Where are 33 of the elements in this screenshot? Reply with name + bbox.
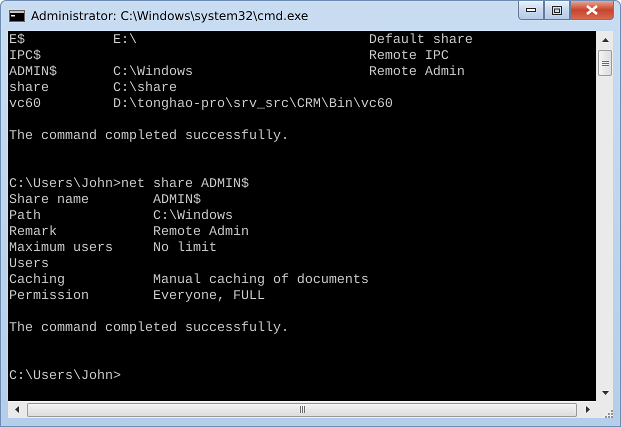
scroll-up-icon[interactable] [602,38,609,42]
console-line: C:\Users\John> [9,369,121,385]
close-icon [586,5,598,15]
console-line: Caching Manual caching of documents [9,273,369,289]
scroll-down-icon[interactable] [602,390,609,394]
console-line: Users [9,257,49,273]
scroll-right-icon[interactable] [586,406,590,413]
console-line: E$ E:\ Default share [9,33,473,49]
console-line: Path C:\Windows [9,209,233,225]
scroll-thumb[interactable] [598,50,612,76]
console-line: Maximum users No limit [9,241,217,257]
close-button[interactable] [570,1,614,20]
minimize-icon [526,8,536,12]
scroll-left-icon[interactable] [14,406,18,413]
console-icon [9,10,25,22]
maximize-icon [552,6,562,14]
console-line: share C:\share [9,81,177,97]
console-line: IPC$ Remote IPC [9,49,449,65]
horizontal-scrollbar[interactable] [8,401,596,418]
console-line: Share name ADMIN$ [9,193,201,209]
console-line: Permission Everyone, FULL [9,289,265,305]
scroll-thumb[interactable] [27,402,577,416]
console-line: The command completed successfully. [9,321,289,337]
console-line: Remark Remote Admin [9,225,249,241]
console-line: vc60 D:\tonghao-pro\srv_src\CRM\Bin\vc60 [9,97,393,113]
vertical-scrollbar[interactable] [596,31,613,401]
window-title: Administrator: C:\Windows\system32\cmd.exe [31,9,310,23]
console-line: ADMIN$ C:\Windows Remote Admin [9,65,465,81]
resize-grip-icon[interactable] [603,408,613,418]
maximize-button[interactable] [544,1,570,20]
minimize-button[interactable] [518,1,544,20]
console-line: C:\Users\John>net share ADMIN$ [9,177,249,193]
console-line: The command completed successfully. [9,129,289,145]
